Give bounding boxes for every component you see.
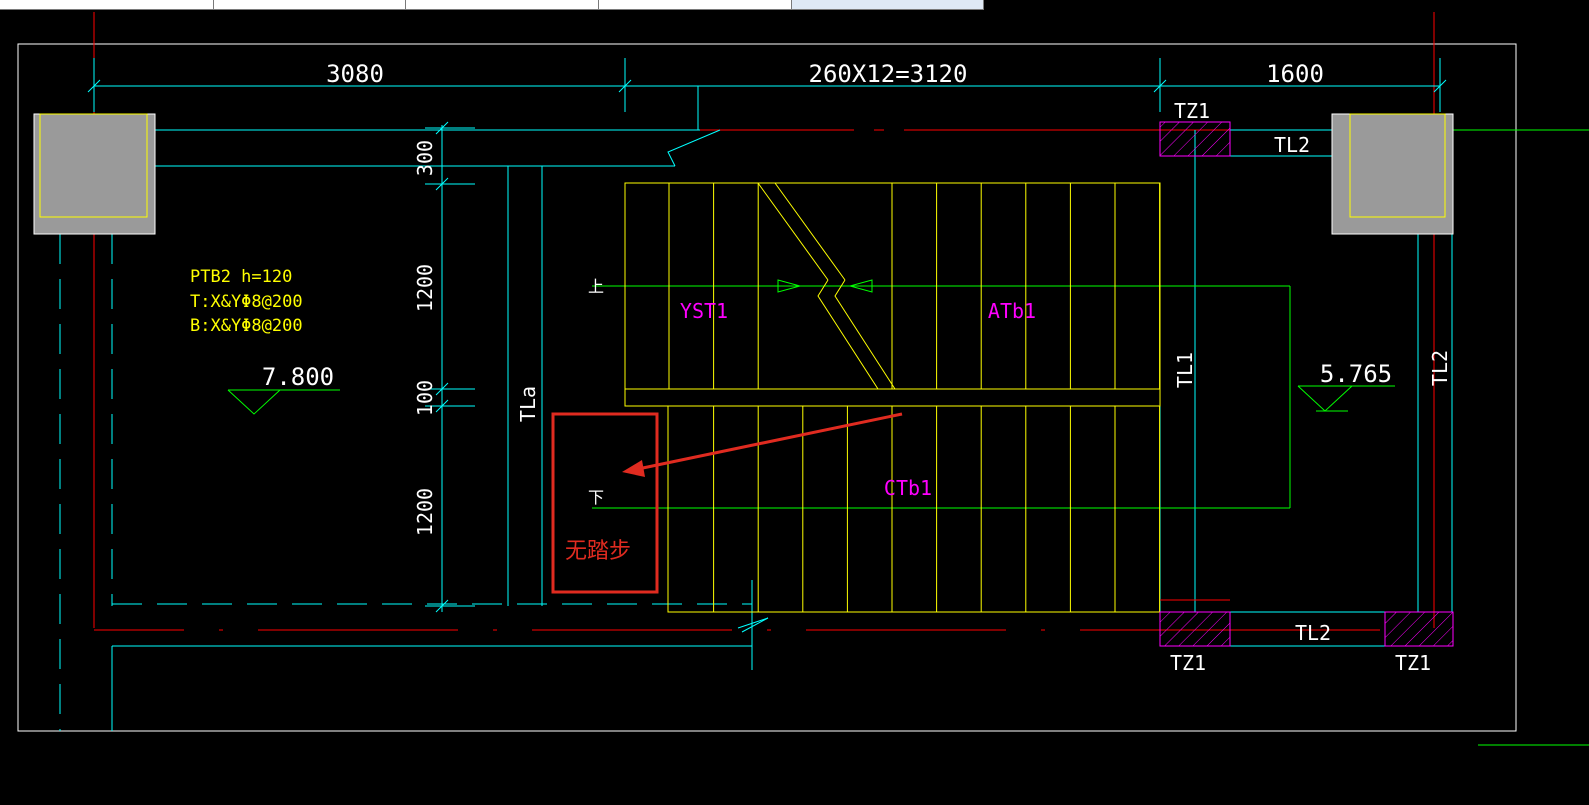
annotation-arrow (622, 412, 903, 477)
dim-left-300: 300 (413, 140, 437, 176)
label-tl2-bottom: TL2 (1295, 621, 1331, 645)
column-left (33, 113, 156, 235)
dim-left-100: 100 (413, 380, 437, 416)
dim-top-left: 3080 (326, 60, 384, 88)
label-tz1-top: TZ1 (1174, 99, 1210, 123)
slab-note-line2: T:X&YΦ8@200 (190, 292, 303, 312)
beam-outlines (59, 129, 1453, 731)
stair-up-mark: 上 (588, 277, 604, 296)
stair-treads (668, 183, 1161, 612)
tz1-column-top (1159, 121, 1231, 157)
cad-drawing-canvas[interactable]: 3080 260X12=3120 1600 300 1200 100 1200 … (0, 0, 1589, 805)
dim-left-1200-upper: 1200 (413, 264, 437, 312)
elevation-right: 5.765 (1320, 360, 1392, 388)
annotation-box (551, 412, 659, 594)
label-tl2-right: TL2 (1428, 350, 1452, 386)
label-tz1-bottom-left: TZ1 (1170, 651, 1206, 675)
stair-label-yst1: YST1 (680, 299, 728, 323)
elevation-left: 7.800 (262, 363, 334, 391)
slab-note-line1: PTB2 h=120 (190, 267, 292, 287)
elevation-marker-left (227, 389, 340, 415)
column-right (1331, 113, 1454, 235)
annotation-text: 无踏步 (565, 539, 631, 564)
slab-note-line3: B:X&YΦ8@200 (190, 316, 303, 336)
label-tl1: TL1 (1173, 352, 1197, 388)
dim-top-middle: 260X12=3120 (809, 60, 968, 88)
dim-top-right: 1600 (1266, 60, 1324, 88)
dim-left-1200-lower: 1200 (413, 488, 437, 536)
label-tl2-top: TL2 (1274, 133, 1310, 157)
label-tla: TLa (516, 386, 540, 422)
stair-down-mark: 下 (588, 488, 604, 507)
stair-label-atb1: ATb1 (988, 299, 1036, 323)
tz1-column-bottom-right (1384, 611, 1454, 647)
stair-label-ctb1: CTb1 (884, 476, 932, 500)
label-tz1-bottom-right: TZ1 (1395, 651, 1431, 675)
elevation-marker-right (1297, 385, 1395, 412)
